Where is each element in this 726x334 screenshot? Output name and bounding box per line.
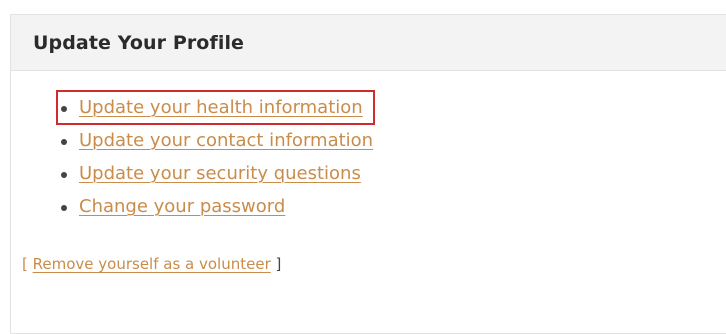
change-password-link[interactable]: Change your password: [79, 196, 285, 217]
bullet-icon: [61, 105, 67, 112]
list-item-contact-info: Update your contact information: [61, 124, 373, 157]
close-bracket: ]: [275, 255, 282, 273]
bullet-icon: [61, 138, 67, 145]
update-contact-information-link[interactable]: Update your contact information: [79, 130, 373, 151]
remove-volunteer-line: [ Remove yourself as a volunteer ]: [22, 255, 281, 273]
open-bracket: [: [22, 255, 28, 273]
list-item-change-password: Change your password: [61, 190, 373, 223]
list-item-security-questions: Update your security questions: [61, 157, 373, 190]
update-health-information-link[interactable]: Update your health information: [79, 97, 363, 118]
update-profile-panel: Update Your Profile Update your health i…: [10, 14, 726, 334]
bullet-icon: [61, 204, 67, 211]
bullet-icon: [61, 171, 67, 178]
remove-volunteer-link[interactable]: Remove yourself as a volunteer: [33, 255, 271, 273]
panel-title: Update Your Profile: [33, 31, 245, 54]
panel-header: Update Your Profile: [11, 15, 726, 71]
list-item-health-info: Update your health information: [55, 90, 376, 125]
profile-links-list: Update your health information Update yo…: [55, 90, 376, 223]
update-security-questions-link[interactable]: Update your security questions: [79, 163, 361, 184]
